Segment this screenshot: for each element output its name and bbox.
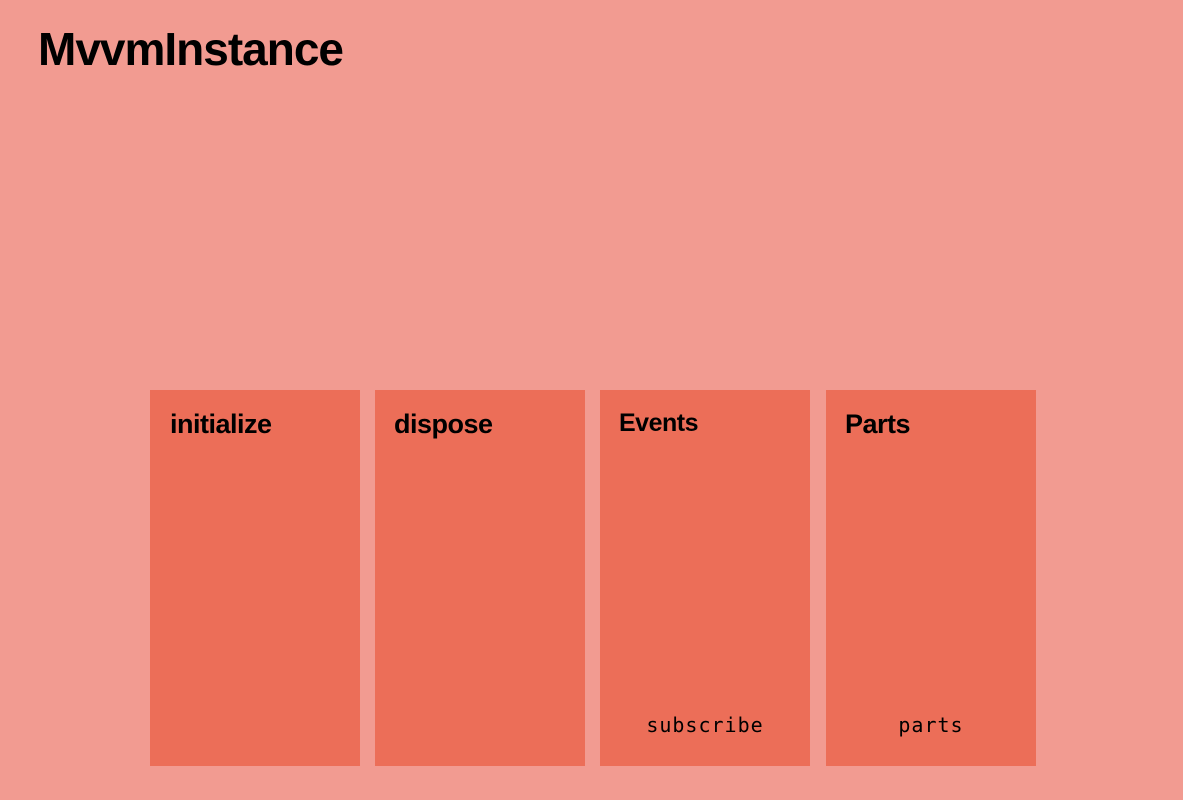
card-title-events: Events xyxy=(619,409,698,437)
card-dispose: dispose xyxy=(375,390,585,766)
card-parts: Parts parts xyxy=(826,390,1036,766)
card-code-parts: parts xyxy=(898,713,964,737)
card-title-initialize: initialize xyxy=(170,409,272,439)
member-cards: initialize dispose Events subscribe Part… xyxy=(150,390,1036,766)
card-events: Events subscribe xyxy=(600,390,810,766)
card-initialize: initialize xyxy=(150,390,360,766)
card-code-subscribe: subscribe xyxy=(646,713,764,737)
diagram-title: MvvmInstance xyxy=(38,23,344,75)
card-title-parts: Parts xyxy=(845,409,911,439)
card-title-dispose: dispose xyxy=(394,409,493,439)
